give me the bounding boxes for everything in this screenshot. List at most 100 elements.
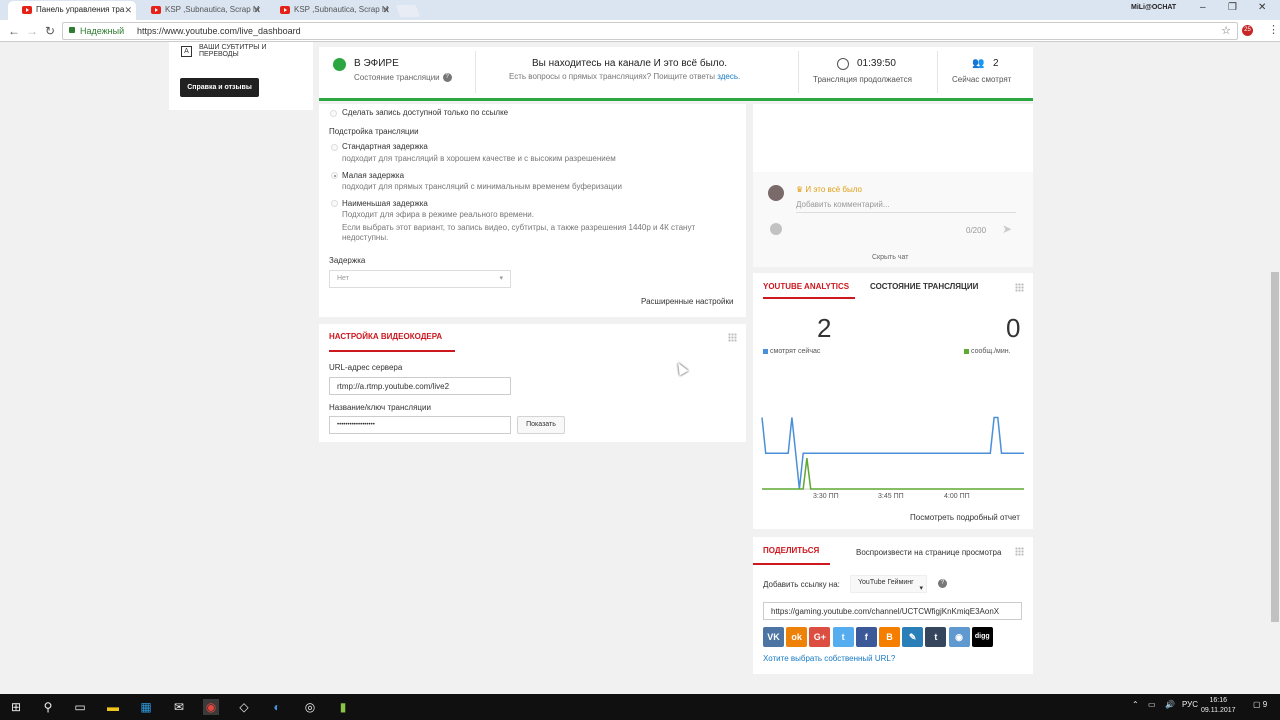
drag-handle-icon[interactable] (1015, 547, 1024, 556)
drag-handle-icon[interactable] (728, 333, 737, 342)
standard-latency-label: Стандартная задержка (342, 142, 428, 151)
store-icon[interactable]: ▦ (138, 699, 154, 715)
tab-dashboard[interactable]: Панель управления тра ✕ (8, 1, 136, 20)
livejournal-share-button[interactable]: ✎ (902, 627, 924, 647)
system-clock[interactable]: 16:16 09.11.2017 (1201, 696, 1236, 716)
link-target-select[interactable]: YouTube Гейминг (850, 575, 927, 593)
advanced-settings-link[interactable]: Расширенные настройки (641, 297, 733, 306)
sidebar-item-subtitles[interactable]: Ваши субтитры и переводы (199, 44, 279, 58)
notifications-icon[interactable]: ▢ 9 (1253, 700, 1267, 709)
show-key-button[interactable]: Показать (517, 416, 565, 434)
server-url-field[interactable]: rtmp://a.rtmp.youtube.com/live2 (329, 377, 511, 395)
app-icon[interactable]: ▮ (335, 699, 351, 715)
hide-chat-button[interactable]: Скрыть чат (872, 254, 908, 261)
facebook-share-button[interactable]: f (855, 627, 877, 647)
steam-icon[interactable]: ◐ (269, 699, 285, 715)
unlisted-checkbox[interactable] (330, 110, 337, 117)
delay-label: Задержка (329, 256, 366, 265)
language-indicator[interactable]: РУС (1182, 700, 1198, 709)
detailed-report-link[interactable]: Посмотреть подробный отчет (910, 513, 1020, 522)
twitter-share-button[interactable]: t (832, 627, 854, 647)
close-tab-icon[interactable]: ✕ (382, 1, 390, 19)
tray-expand-icon[interactable]: ⌃ (1132, 700, 1139, 709)
standard-latency-radio[interactable] (331, 144, 338, 151)
delay-select[interactable]: Нет (329, 270, 511, 288)
app-icon[interactable]: ◇ (236, 699, 252, 715)
messages-count: 0 (1006, 313, 1021, 343)
forward-icon[interactable]: → (26, 24, 38, 38)
extension-icon[interactable]: 25 (1242, 25, 1253, 36)
youtube-icon (22, 6, 32, 14)
chat-author: ♛ И это всё было (796, 185, 862, 194)
stream-state-label: Состояние трансляции? (354, 73, 452, 82)
custom-url-link[interactable]: Хотите выбрать собственный URL? (763, 654, 895, 663)
tab-youtube-analytics[interactable]: YOUTUBE ANALYTICS (763, 282, 849, 291)
messages-legend-label: сообщ./мин. (971, 348, 1011, 355)
low-latency-desc: подходит для прямых трансляций с минимал… (342, 182, 622, 191)
live-label: В ЭФИРЕ (354, 58, 399, 69)
tumblr-share-button[interactable]: t (925, 627, 947, 647)
digg-share-button[interactable]: digg (971, 627, 993, 647)
ultra-low-latency-radio[interactable] (331, 200, 338, 207)
close-tab-icon[interactable]: ✕ (253, 1, 261, 19)
new-tab-button[interactable] (395, 5, 421, 17)
close-tab-icon[interactable]: ✕ (124, 1, 132, 19)
windows-start-icon[interactable]: ⊞ (8, 699, 24, 715)
network-icon[interactable]: ▭ (1148, 700, 1156, 709)
windows-taskbar: ⊞ ⚲ ▭ ▬ ▦ ✉ ◉ ◇ ◐ ◎ ▮ ⌃ ▭ 🔊 РУС 16:16 09.… (0, 694, 1280, 720)
mail-icon[interactable]: ✉ (171, 699, 187, 715)
omnibox[interactable]: Надежный https://www.youtube.com/live_da… (62, 22, 1238, 40)
task-view-icon[interactable]: ▭ (72, 699, 88, 715)
help-feedback-button[interactable]: Справка и отзывы (180, 78, 259, 97)
send-icon[interactable]: ➤ (1002, 222, 1012, 236)
stream-key-field[interactable]: •••••••••••••••••• (329, 416, 511, 434)
vk-share-button[interactable]: VK (763, 627, 784, 647)
standard-latency-desc: подходит для трансляций в хорошем качест… (342, 154, 616, 163)
obs-icon[interactable]: ◎ (302, 699, 318, 715)
divider (475, 51, 476, 93)
volume-icon[interactable]: 🔊 (1165, 700, 1175, 709)
people-icon: 👥 (972, 58, 985, 69)
scrollbar-thumb[interactable] (1271, 272, 1279, 622)
tab-ksp-1[interactable]: KSP ,Subnautica, Scrap M ✕ (137, 1, 265, 20)
comment-input[interactable]: Добавить комментарий... (796, 200, 1016, 213)
clock-time: 16:16 (1209, 697, 1228, 704)
profile-name[interactable]: MiLi@OCHAT (1131, 4, 1176, 11)
watching-series-line (761, 416, 1024, 490)
add-link-label: Добавить ссылку на: (763, 580, 840, 589)
close-window-icon[interactable]: ✕ (1258, 2, 1266, 13)
reddit-share-button[interactable]: ◉ (948, 627, 970, 647)
search-icon[interactable]: ⚲ (40, 699, 56, 715)
low-latency-radio[interactable] (331, 172, 338, 179)
help-icon[interactable]: ? (442, 73, 452, 82)
blogger-share-button[interactable]: B (879, 627, 900, 647)
file-explorer-icon[interactable]: ▬ (105, 699, 121, 715)
browser-menu-icon[interactable]: ⋮ (1268, 23, 1279, 36)
tab-stream-health[interactable]: СОСТОЯНИЕ ТРАНСЛЯЦИИ (870, 282, 978, 291)
emoji-icon[interactable] (770, 223, 782, 235)
help-icon[interactable]: ? (938, 579, 947, 588)
tab-ksp-2[interactable]: KSP ,Subnautica, Scrap M ✕ (266, 1, 394, 20)
url-text[interactable]: https://www.youtube.com/live_dashboard (137, 23, 301, 39)
x-tick-label: 4:00 ПП (944, 493, 970, 500)
reload-icon[interactable]: ↻ (45, 24, 55, 38)
browser-tab-bar: Панель управления тра ✕ KSP ,Subnautica, … (0, 0, 1280, 20)
chrome-icon[interactable]: ◉ (203, 699, 219, 715)
help-link[interactable]: здесь (717, 72, 738, 81)
share-url-field[interactable]: https://gaming.youtube.com/channel/UCTCW… (763, 602, 1022, 620)
maximize-icon[interactable]: ❐ (1228, 2, 1237, 13)
watching-count: 2 (817, 313, 832, 343)
messages-swatch (964, 348, 969, 354)
minimize-icon[interactable]: – (1200, 2, 1206, 13)
gplus-share-button[interactable]: G+ (809, 627, 831, 647)
drag-handle-icon[interactable] (1015, 283, 1024, 292)
tab-share[interactable]: ПОДЕЛИТЬСЯ (763, 546, 819, 555)
encoder-title: НАСТРОЙКА ВИДЕОКОДЕРА (329, 332, 443, 341)
back-icon[interactable]: ← (8, 24, 20, 38)
divider (798, 51, 799, 93)
tab-title: Панель управления тра (36, 5, 125, 14)
bookmark-star-icon[interactable]: ☆ (1221, 23, 1231, 39)
ok-share-button[interactable]: ok (786, 627, 808, 647)
tab-play-on-watch-page[interactable]: Воспроизвести на странице просмотра (856, 548, 1001, 557)
chat-author-name: И это всё было (805, 185, 862, 194)
